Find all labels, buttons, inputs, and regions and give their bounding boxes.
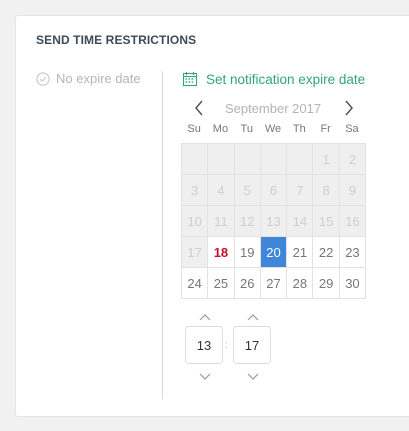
weekday-label: Mo	[212, 123, 229, 135]
calendar-day: 6	[260, 175, 288, 206]
calendar-day[interactable]: 23	[339, 237, 367, 268]
calendar-header: September 2017	[181, 99, 353, 119]
weekday-label: Sa	[345, 123, 359, 135]
calendar-day: 12	[234, 206, 261, 237]
calendar-day: 4	[208, 175, 235, 206]
calendar-day: 7	[287, 175, 314, 206]
calendar-day[interactable]: 26	[234, 268, 261, 299]
calendar-day	[287, 144, 314, 175]
chevron-right-icon[interactable]	[341, 99, 357, 117]
check-circle-icon	[36, 71, 50, 86]
calendar-day: 3	[182, 175, 209, 206]
calendar-day[interactable]: 29	[313, 268, 340, 299]
calendar-day	[208, 144, 235, 175]
chevron-down-icon[interactable]	[245, 372, 261, 382]
no-expire-option[interactable]: No expire date	[36, 71, 141, 86]
calendar-day: 1	[313, 144, 340, 175]
calendar-day: 8	[313, 175, 340, 206]
chevron-down-icon[interactable]	[197, 372, 213, 382]
calendar-day: 15	[313, 206, 340, 237]
chevron-up-icon[interactable]	[197, 312, 213, 322]
calendar-icon	[182, 72, 198, 87]
calendar-day[interactable]: 30	[339, 268, 367, 299]
calendar-day: 13	[260, 206, 288, 237]
section-title: SEND TIME RESTRICTIONS	[36, 33, 197, 47]
calendar-day: 10	[182, 206, 209, 237]
calendar-day[interactable]: 24	[182, 268, 209, 299]
calendar-day	[182, 144, 209, 175]
vertical-divider	[162, 71, 163, 399]
calendar-day[interactable]: 21	[287, 237, 314, 268]
set-expire-option[interactable]: Set notification expire date	[182, 71, 365, 87]
weekday-label: Fr	[320, 123, 331, 135]
calendar-day[interactable]: 27	[260, 268, 288, 299]
calendar-grid: 1 2 3 4 5 6 7 8 9 10 11 12 13 14 15 16 17 18 19 20 21 22 23 24 2…	[181, 143, 367, 299]
hour-input[interactable]: 13	[185, 326, 223, 364]
chevron-up-icon[interactable]	[245, 312, 261, 322]
minute-input[interactable]: 17	[233, 326, 271, 364]
calendar-day-selected[interactable]: 20	[260, 237, 288, 268]
weekday-label: Su	[187, 123, 201, 135]
calendar-day	[234, 144, 261, 175]
calendar-day: 17	[182, 237, 209, 268]
set-expire-label: Set notification expire date	[206, 71, 366, 87]
calendar-day	[260, 144, 288, 175]
no-expire-label: No expire date	[56, 71, 141, 86]
calendar-day: 16	[339, 206, 367, 237]
calendar-day[interactable]: 28	[287, 268, 314, 299]
weekday-label: Tu	[240, 123, 253, 135]
weekday-label: Th	[292, 123, 306, 135]
calendar-day[interactable]: 22	[313, 237, 340, 268]
calendar-day[interactable]: 25	[208, 268, 235, 299]
calendar-day: 5	[234, 175, 261, 206]
weekday-label: We	[264, 123, 282, 135]
calendar-day: 9	[339, 175, 367, 206]
calendar-day-today[interactable]: 18	[208, 237, 235, 268]
month-label: September 2017	[224, 101, 322, 116]
calendar-day: 14	[287, 206, 314, 237]
calendar-day: 11	[208, 206, 235, 237]
time-separator: :	[225, 340, 228, 351]
calendar-day[interactable]: 19	[234, 237, 261, 268]
weekday-header: Su Mo Tu We Th Fr Sa	[181, 123, 365, 135]
calendar-day: 2	[339, 144, 367, 175]
